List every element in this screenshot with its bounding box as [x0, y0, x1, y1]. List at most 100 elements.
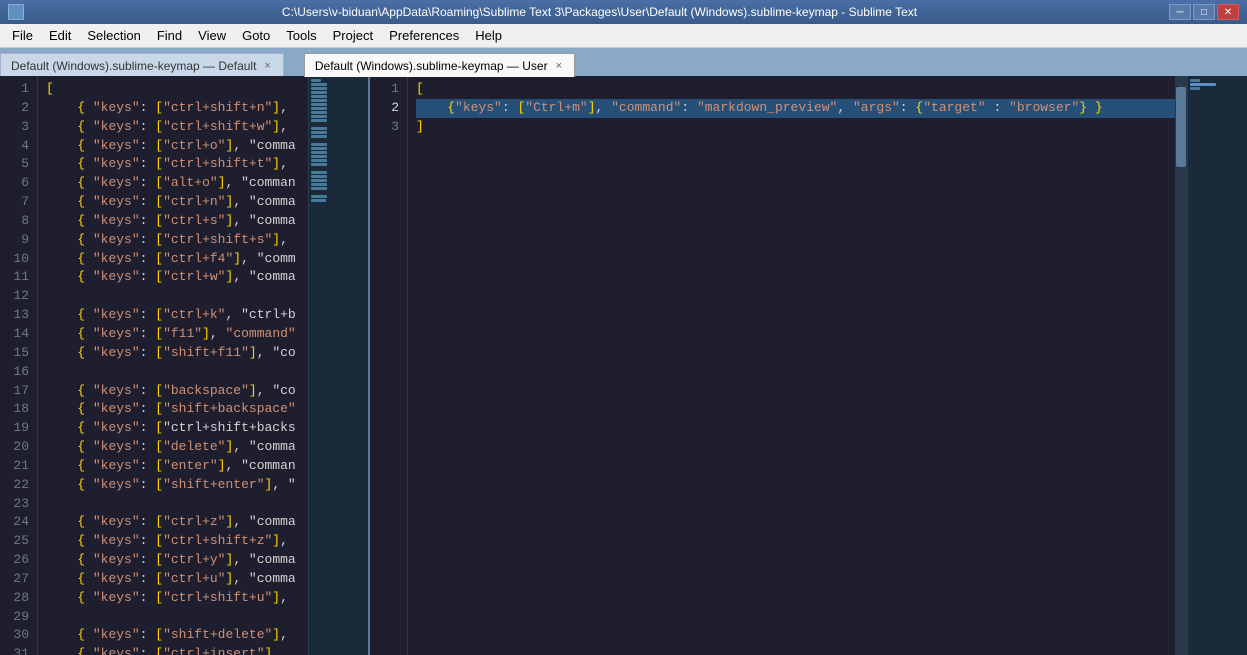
tab-default-close[interactable]: × — [262, 60, 272, 72]
right-code-area[interactable]: 123 [ {"keys": ["Ctrl+m"], "command": "m… — [370, 76, 1247, 655]
line-number: 11 — [8, 268, 29, 287]
line-number: 3 — [378, 118, 399, 137]
code-line: { "keys": ["ctrl+z"], "comma — [46, 513, 308, 532]
minimap-line — [311, 95, 327, 98]
minimap-line — [311, 183, 327, 186]
minimap-line — [311, 163, 327, 166]
menu-item-file[interactable]: File — [4, 26, 41, 45]
minimap-line — [311, 151, 327, 154]
left-line-numbers: 1234567891011121314151617181920212223242… — [0, 76, 38, 655]
code-line: { "keys": ["shift+backspace" — [46, 400, 308, 419]
code-line: { "keys": ["backspace"], "co — [46, 382, 308, 401]
scrollbar-thumb — [1176, 87, 1186, 167]
line-number: 2 — [378, 99, 399, 118]
line-number: 1 — [378, 80, 399, 99]
line-number: 21 — [8, 457, 29, 476]
menu-item-project[interactable]: Project — [325, 26, 381, 45]
line-number: 15 — [8, 344, 29, 363]
code-line — [46, 287, 308, 306]
right-line-numbers: 123 — [370, 76, 408, 655]
line-number: 28 — [8, 589, 29, 608]
right-tab-group: Default (Windows).sublime-keymap — User … — [304, 48, 575, 76]
code-line: { "keys": ["enter"], "comman — [46, 457, 308, 476]
line-number: 3 — [8, 118, 29, 137]
code-line: { "keys": ["ctrl+shift+w"], — [46, 118, 308, 137]
tab-area: Default (Windows).sublime-keymap — Defau… — [0, 48, 1247, 76]
line-number: 6 — [8, 174, 29, 193]
minimap-line — [311, 83, 327, 86]
line-number: 22 — [8, 476, 29, 495]
code-line: { "keys": ["ctrl+n"], "comma — [46, 193, 308, 212]
code-line — [46, 495, 308, 514]
minimap-line — [1190, 79, 1200, 82]
line-number: 4 — [8, 137, 29, 156]
left-code-area[interactable]: 1234567891011121314151617181920212223242… — [0, 76, 368, 655]
line-number: 30 — [8, 626, 29, 645]
code-line: { "keys": ["ctrl+u"], "comma — [46, 570, 308, 589]
code-line: { "keys": ["ctrl+s"], "comma — [46, 212, 308, 231]
line-number: 19 — [8, 419, 29, 438]
menu-item-tools[interactable]: Tools — [278, 26, 324, 45]
code-line: { "keys": ["ctrl+k", "ctrl+b — [46, 306, 308, 325]
left-editor-pane: 1234567891011121314151617181920212223242… — [0, 76, 370, 655]
maximize-button[interactable]: □ — [1193, 4, 1215, 20]
menu-item-selection[interactable]: Selection — [79, 26, 148, 45]
minimap-line — [311, 119, 327, 122]
minimap-line — [311, 107, 327, 110]
right-scrollbar[interactable] — [1175, 76, 1187, 655]
right-code-content[interactable]: [ {"keys": ["Ctrl+m"], "command": "markd… — [408, 76, 1175, 655]
line-number: 18 — [8, 400, 29, 419]
tab-user[interactable]: Default (Windows).sublime-keymap — User … — [304, 53, 575, 77]
menu-item-view[interactable]: View — [190, 26, 234, 45]
minimap-line — [311, 127, 327, 130]
tab-user-close[interactable]: × — [554, 60, 564, 72]
code-line: { "keys": ["ctrl+o"], "comma — [46, 137, 308, 156]
minimap-line — [311, 87, 327, 90]
left-minimap — [308, 76, 368, 655]
code-line: { "keys": ["ctrl+shift+backs — [46, 419, 308, 438]
code-line: ] — [416, 118, 1175, 137]
code-line: [ — [416, 80, 1175, 99]
line-number: 17 — [8, 382, 29, 401]
code-line: { "keys": ["shift+delete"], — [46, 626, 308, 645]
code-line: { "keys": ["alt+o"], "comman — [46, 174, 308, 193]
minimap-line — [311, 155, 327, 158]
menu-item-preferences[interactable]: Preferences — [381, 26, 467, 45]
editor-area: 1234567891011121314151617181920212223242… — [0, 76, 1247, 655]
line-number: 13 — [8, 306, 29, 325]
line-number: 24 — [8, 513, 29, 532]
line-number: 7 — [8, 193, 29, 212]
minimap-line — [311, 131, 327, 134]
line-number: 1 — [8, 80, 29, 99]
tab-default-label: Default (Windows).sublime-keymap — Defau… — [11, 59, 256, 73]
line-number: 8 — [8, 212, 29, 231]
minimap-line — [311, 103, 327, 106]
window-controls: ─ □ ✕ — [1169, 4, 1239, 20]
right-editor-pane: 123 [ {"keys": ["Ctrl+m"], "command": "m… — [370, 76, 1247, 655]
menubar: FileEditSelectionFindViewGotoToolsProjec… — [0, 24, 1247, 48]
menu-item-find[interactable]: Find — [149, 26, 190, 45]
line-number: 5 — [8, 155, 29, 174]
line-number: 23 — [8, 495, 29, 514]
minimize-button[interactable]: ─ — [1169, 4, 1191, 20]
code-line — [46, 608, 308, 627]
line-number: 12 — [8, 287, 29, 306]
line-number: 14 — [8, 325, 29, 344]
code-line: [ — [46, 80, 308, 99]
minimap-line — [311, 171, 327, 174]
tab-default[interactable]: Default (Windows).sublime-keymap — Defau… — [0, 53, 284, 77]
minimap-line — [311, 175, 327, 178]
minimap-line — [311, 179, 327, 182]
line-number: 2 — [8, 99, 29, 118]
left-code-content[interactable]: [ { "keys": ["ctrl+shift+n"], { "keys": … — [38, 76, 308, 655]
close-button[interactable]: ✕ — [1217, 4, 1239, 20]
code-line: { "keys": ["shift+f11"], "co — [46, 344, 308, 363]
left-tab-group: Default (Windows).sublime-keymap — Defau… — [0, 48, 284, 76]
menu-item-help[interactable]: Help — [467, 26, 510, 45]
tab-user-label: Default (Windows).sublime-keymap — User — [315, 59, 548, 73]
menu-item-edit[interactable]: Edit — [41, 26, 79, 45]
line-number: 27 — [8, 570, 29, 589]
right-minimap — [1187, 76, 1247, 655]
menu-item-goto[interactable]: Goto — [234, 26, 278, 45]
code-line: { "keys": ["ctrl+insert"], — [46, 645, 308, 655]
